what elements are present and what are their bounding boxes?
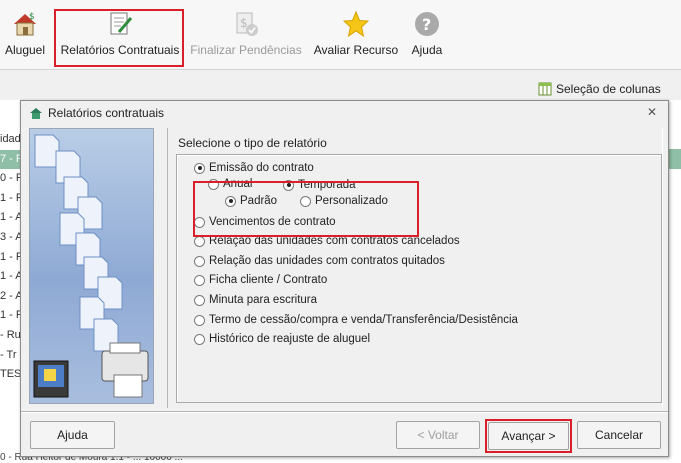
option-historico-reajuste[interactable]: Histórico de reajuste de aluguel (194, 333, 370, 345)
cancel-button[interactable]: Cancelar (577, 421, 661, 449)
radio-minuta[interactable] (194, 294, 205, 306)
dialog-titlebar: Relatórios contratuais (21, 101, 668, 125)
table-row: 1 - R (0, 191, 22, 204)
toolbar-finalizar-label: Finalizar Pendências (190, 43, 302, 57)
svg-text:$: $ (29, 12, 35, 22)
dialog-title: Relatórios contratuais (48, 106, 165, 120)
background-table-left: idad 7 - R 0 - R 1 - R 1 - A 3 - A 1 - R… (0, 100, 22, 463)
relatorios-highlight-box (54, 9, 184, 67)
radio-quitados[interactable] (194, 255, 205, 267)
help-button[interactable]: Ajuda (30, 421, 115, 449)
cancel-button-label: Cancelar (594, 428, 644, 442)
radio-historico-reajuste[interactable] (194, 333, 205, 345)
table-row: 1 - R (0, 250, 22, 263)
radio-cancelados[interactable] (194, 235, 205, 247)
option-emissao-contrato[interactable]: Emissão do contrato (194, 162, 314, 174)
table-row: 1 - R (0, 309, 22, 322)
option-minuta[interactable]: Minuta para escritura (194, 294, 317, 306)
back-button-label: < Voltar (417, 428, 459, 442)
toolbar-ajuda-button[interactable]: ? Ajuda (407, 10, 447, 68)
option-label: Histórico de reajuste de aluguel (209, 333, 371, 345)
toolbar-aluguel-label: Aluguel (4, 43, 46, 57)
background-table-right (669, 100, 681, 463)
close-icon[interactable]: ✕ (646, 106, 658, 118)
next-highlight-box (485, 419, 572, 453)
help-button-label: Ajuda (57, 428, 88, 442)
option-label: Relação das unidades com contratos quita… (209, 255, 445, 267)
question-icon: ? (415, 12, 439, 36)
radio-ficha-cliente[interactable] (194, 274, 205, 286)
emissao-highlight-box (193, 181, 419, 237)
option-label: Ficha cliente / Contrato (209, 274, 328, 286)
house-dollar-icon: $ (14, 12, 36, 36)
option-label: Termo de cessão/compra e venda/Transferê… (209, 314, 518, 326)
table-row: 1 - A (0, 270, 22, 283)
option-quitados[interactable]: Relação das unidades com contratos quita… (194, 255, 445, 267)
report-options-group: Emissão do contrato Anual Temporada Padr… (176, 154, 662, 403)
back-button[interactable]: < Voltar (396, 421, 480, 449)
toolbar-avaliar-label: Avaliar Recurso (313, 43, 399, 57)
toolbar-ajuda-label: Ajuda (411, 43, 443, 57)
table-row: idad (0, 133, 21, 145)
toolbar-avaliar-button[interactable]: Avaliar Recurso (312, 10, 400, 68)
option-termo-cessao[interactable]: Termo de cessão/compra e venda/Transferê… (194, 314, 518, 326)
house-icon (30, 107, 42, 119)
table-row: - Tr (0, 348, 17, 361)
option-label: Minuta para escritura (209, 294, 318, 306)
report-type-panel: Selecione o tipo de relatório Emissão do… (167, 128, 663, 408)
option-ficha-cliente[interactable]: Ficha cliente / Contrato (194, 274, 327, 286)
option-label: Emissão do contrato (209, 162, 314, 174)
reports-illustration (29, 128, 154, 404)
report-type-prompt: Selecione o tipo de relatório (178, 136, 327, 150)
toolbar: $ Aluguel Relatórios Contratuais $ Final… (0, 0, 681, 70)
column-selection-button[interactable]: Seleção de colunas (538, 82, 661, 96)
table-row: 1 - A (0, 211, 22, 224)
table-row: - Ru (0, 328, 21, 341)
radio-termo-cessao[interactable] (194, 314, 205, 326)
toolbar-finalizar-button[interactable]: $ Finalizar Pendências (190, 10, 302, 68)
svg-text:?: ? (422, 15, 431, 34)
table-row: 3 - A (0, 230, 22, 243)
table-row: 7 - R (0, 149, 22, 170)
radio-emissao-contrato[interactable] (194, 162, 205, 174)
table-row: TES (0, 368, 22, 381)
table-row: 0 - R (0, 172, 22, 185)
columns-icon (538, 82, 552, 96)
table-row: 2 - A (0, 289, 22, 302)
star-icon (342, 10, 370, 38)
column-selection-label: Seleção de colunas (556, 82, 661, 96)
dollar-check-icon: $ (236, 12, 258, 36)
relatorios-dialog: Relatórios contratuais ✕ Selecione o tip… (20, 100, 669, 457)
dialog-separator (21, 411, 668, 413)
toolbar-aluguel-button[interactable]: $ Aluguel (2, 10, 48, 68)
